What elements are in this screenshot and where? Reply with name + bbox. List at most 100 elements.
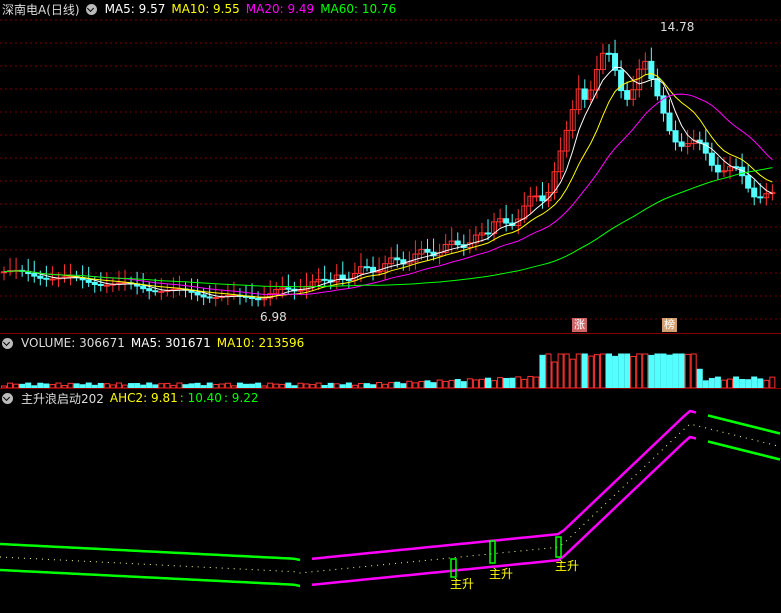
volume-bar (563, 353, 570, 388)
volume-bar (491, 380, 498, 388)
volume-bar (606, 353, 612, 388)
candle-body (376, 270, 383, 273)
volume-bar (678, 353, 685, 388)
volume-bar (739, 379, 746, 388)
signal-label-2: 主升 (489, 567, 514, 581)
candle-body (678, 141, 685, 147)
volume-bar (702, 380, 709, 388)
volume-bar (733, 376, 740, 388)
candle-body (708, 152, 715, 166)
candle-body (255, 297, 262, 301)
price-header: 深南电A(日线) MA5: 9.57 MA10: 9.55 MA20: 9.49… (0, 0, 781, 18)
candle-body (606, 52, 612, 55)
volume-bar (454, 379, 461, 388)
candlestick-chart[interactable] (0, 0, 781, 333)
candle-body (672, 130, 679, 143)
indicator-header: 主升浪启动202 AHC2: 9.81 : 10.40 : 9.22 (0, 389, 781, 407)
indicator-name: 主升浪启动202 (21, 391, 104, 406)
volume-bar (624, 353, 631, 388)
volume-bar (472, 379, 479, 388)
volume-bar (684, 353, 691, 388)
volume-bar (442, 380, 449, 388)
volume-bar (557, 353, 564, 388)
volume-bar (581, 353, 588, 388)
candle-body (581, 88, 588, 100)
volume-bar (485, 377, 491, 388)
candle-body (140, 285, 147, 290)
tag-bang: 榜 (662, 318, 677, 332)
volume-bar (642, 353, 649, 388)
vol-ma10-readout: MA10: 213596 (216, 336, 305, 350)
volume-bar (751, 376, 758, 388)
candle-body (454, 240, 461, 246)
candle-body (285, 287, 292, 290)
volume-bar (714, 376, 721, 388)
volume-bar (575, 353, 582, 388)
candle-body (158, 290, 165, 293)
volume-bar (515, 376, 522, 388)
volume-bar (630, 355, 637, 388)
candle-body (533, 195, 540, 198)
candle-body (364, 266, 370, 269)
candle-body (539, 195, 546, 202)
indicator-chart[interactable] (0, 389, 781, 613)
candle-body (200, 294, 207, 298)
volume-bar (745, 379, 752, 388)
volume-bar (690, 353, 697, 388)
candle-body (321, 278, 328, 281)
volume-bar (478, 378, 485, 388)
volume-bar (509, 377, 516, 388)
ahc2-readout: AHC2: 9.81 (109, 391, 178, 405)
volume-bar (666, 354, 673, 388)
upper-band-green (0, 542, 301, 562)
candle-body (648, 60, 655, 80)
candle-body (424, 248, 431, 253)
volume-bar (757, 378, 764, 388)
candle-body (745, 175, 752, 189)
ma10-readout: MA10: 9.55 (171, 2, 240, 16)
candle-body (85, 279, 92, 283)
candle-body (666, 112, 673, 132)
volume-bar (521, 378, 528, 388)
candle-body (49, 278, 56, 281)
candle-body (43, 277, 50, 280)
volume-bar (466, 378, 473, 388)
volume-bar (727, 378, 733, 388)
chevron-down-icon[interactable] (2, 337, 13, 349)
chevron-down-icon[interactable] (2, 392, 13, 404)
volume-bar (551, 361, 558, 388)
candle-body (103, 284, 110, 287)
candle-body (624, 90, 631, 100)
volume-bar (569, 358, 576, 388)
candle-body (194, 291, 201, 296)
volume-bar (672, 353, 679, 388)
upper-band-green-end (707, 414, 781, 435)
candle-body (206, 296, 213, 299)
indicator-panel[interactable]: 主升浪启动202 AHC2: 9.81 : 10.40 : 9.22 主升 主升… (0, 389, 781, 613)
ma20-line (3, 93, 773, 296)
volume-bar (708, 378, 715, 388)
volume-bar (424, 380, 431, 388)
candle-body (751, 187, 758, 198)
volume-readout: VOLUME: 306671 (21, 336, 125, 350)
volume-bar (497, 377, 504, 388)
chevron-down-icon[interactable] (85, 3, 97, 15)
volume-panel[interactable]: VOLUME: 306671 MA5: 301671 MA10: 213596 (0, 334, 781, 388)
indicator-v3: : 9.22 (223, 391, 259, 405)
candle-body (714, 164, 721, 173)
volume-bar (587, 355, 594, 388)
volume-bar (636, 353, 643, 388)
tag-zhang: 涨 (572, 318, 587, 332)
volume-bar (769, 376, 776, 388)
candle-body (146, 288, 153, 292)
signal-label-3: 主升 (555, 559, 580, 573)
volume-bar (660, 353, 667, 388)
volume-bar (654, 353, 661, 388)
candle-body (654, 78, 661, 97)
signal-bar-3 (555, 536, 562, 558)
volume-bar (593, 354, 600, 388)
price-panel[interactable]: 深南电A(日线) MA5: 9.57 MA10: 9.55 MA20: 9.49… (0, 0, 781, 333)
candle-body (394, 257, 401, 261)
volume-bar (533, 376, 540, 388)
volume-header: VOLUME: 306671 MA5: 301671 MA10: 213596 (0, 334, 781, 352)
